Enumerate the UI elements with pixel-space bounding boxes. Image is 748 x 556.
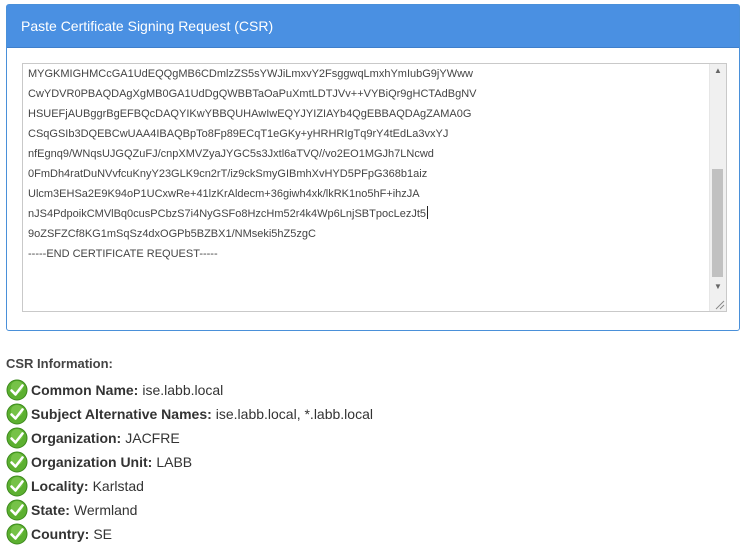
info-row-locality: Locality: Karlstad <box>6 474 373 498</box>
csr-text-content[interactable]: MYGKMIGHMCcGA1UdEQQgMB6CDmlzZS5sYWJiLmxv… <box>28 64 708 264</box>
csr-line: nJS4PdpoikCMVlBq0cusPCbzS7i4NyGSFo8HzcHm… <box>28 208 427 220</box>
info-row-state: State: Wermland <box>6 498 373 522</box>
resize-grip-icon[interactable] <box>713 298 725 310</box>
check-circle-icon <box>6 499 28 521</box>
text-caret <box>427 206 429 219</box>
csr-line: 0FmDh4ratDuNVvfcuKnyY23GLK9cn2rT/iz9ckSm… <box>28 168 428 180</box>
info-label: State: <box>31 502 70 518</box>
scroll-up-arrow-icon[interactable]: ▲ <box>710 64 726 78</box>
csr-line: 9oZSFZCf8KG1mSqSz4dxOGPb5BZBX1/NMseki5hZ… <box>28 228 316 240</box>
check-circle-icon <box>6 451 28 473</box>
panel-title: Paste Certificate Signing Request (CSR) <box>7 5 739 48</box>
check-circle-icon <box>6 523 28 545</box>
csr-line-with-caret: nJS4PdpoikCMVlBq0cusPCbzS7i4NyGSFo8HzcHm… <box>28 204 708 224</box>
info-row-country: Country: SE <box>6 522 373 546</box>
csr-info-title: CSR Information: <box>6 356 113 371</box>
info-label: Organization Unit: <box>31 454 153 470</box>
csr-textarea[interactable]: MYGKMIGHMCcGA1UdEQQgMB6CDmlzZS5sYWJiLmxv… <box>22 63 727 312</box>
info-value: SE <box>93 526 113 542</box>
check-circle-icon <box>6 475 28 497</box>
vertical-scrollbar[interactable]: ▲ ▼ <box>709 64 726 311</box>
csr-line: HSUEFjAUBggrBgEFBQcDAQYIKwYBBQUHAwIwEQYJ… <box>28 108 472 120</box>
csr-line: CSqGSIb3DQEBCwUAA4IBAQBpTo8Fp89ECqT1eGKy… <box>28 128 449 140</box>
info-label: Common Name: <box>31 382 139 398</box>
info-value: ise.labb.local <box>142 382 224 398</box>
info-label: Organization: <box>31 430 122 446</box>
csr-line: Ulcm3EHSa2E9K94oP1UCxwRe+41lzKrAldecm+36… <box>28 188 420 200</box>
csr-line: nfEgnq9/WNqsUJGQZuFJ/cnpXMVZyaJYGC5s3Jxt… <box>28 148 434 160</box>
check-circle-icon <box>6 379 28 401</box>
info-row-organization-unit: Organization Unit: LABB <box>6 450 373 474</box>
info-value: LABB <box>156 454 193 470</box>
check-circle-icon <box>6 403 28 425</box>
info-row-common-name: Common Name: ise.labb.local <box>6 378 373 402</box>
csr-panel: Paste Certificate Signing Request (CSR) … <box>6 4 740 331</box>
csr-line: -----END CERTIFICATE REQUEST----- <box>28 248 218 260</box>
info-label: Locality: <box>31 478 89 494</box>
info-value: ise.labb.local, *.labb.local <box>215 406 373 422</box>
info-value: JACFRE <box>125 430 180 446</box>
csr-info-list: Common Name: ise.labb.local Subject Alte… <box>6 378 373 546</box>
info-row-organization: Organization: JACFRE <box>6 426 373 450</box>
info-value: Karlstad <box>92 478 144 494</box>
check-circle-icon <box>6 427 28 449</box>
info-label: Subject Alternative Names: <box>31 406 212 422</box>
scrollbar-thumb[interactable] <box>712 169 723 277</box>
scroll-down-arrow-icon[interactable]: ▼ <box>710 280 726 294</box>
csr-line: MYGKMIGHMCcGA1UdEQQgMB6CDmlzZS5sYWJiLmxv… <box>28 68 473 80</box>
info-value: Wermland <box>73 502 138 518</box>
info-row-san: Subject Alternative Names: ise.labb.loca… <box>6 402 373 426</box>
csr-line: CwYDVR0PBAQDAgXgMB0GA1UdDgQWBBTaOaPuXmtL… <box>28 88 477 100</box>
info-label: Country: <box>31 526 90 542</box>
